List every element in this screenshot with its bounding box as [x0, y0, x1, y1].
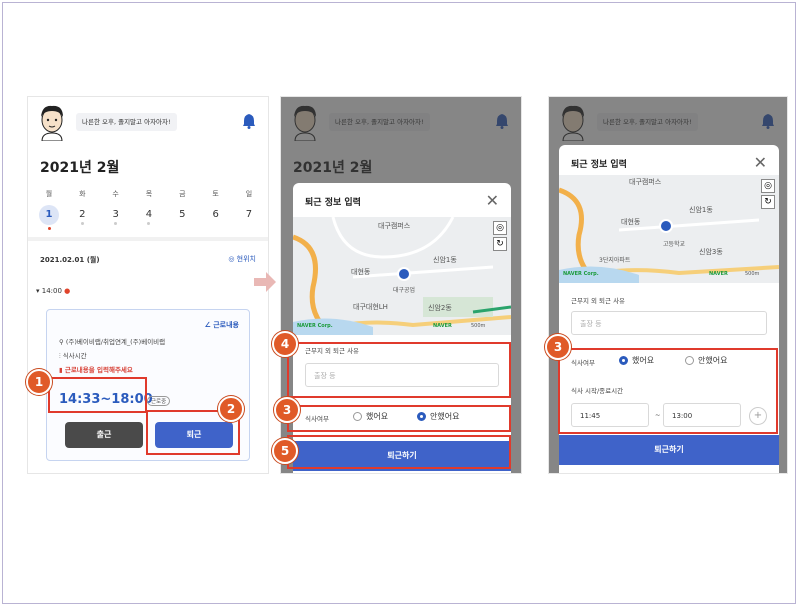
- map-label: 대구캠퍼스: [629, 178, 662, 186]
- map-scale: 500m: [745, 271, 760, 277]
- work-content-link[interactable]: ∠ 근로내용: [205, 320, 239, 330]
- modal-title: 퇴근 정보 입력: [305, 198, 361, 208]
- day-cell[interactable]: 화2: [69, 189, 95, 229]
- map-label: 3단지아파트: [599, 257, 631, 264]
- company-name: (주)베이비랩/취업연계_(주)베이비랩: [65, 338, 166, 346]
- map-scale: 500m: [471, 323, 486, 329]
- submit-button[interactable]: 퇴근하기: [559, 435, 779, 465]
- highlight-submit: [287, 435, 511, 469]
- refresh-icon[interactable]: ↻: [761, 195, 775, 209]
- day-name: 화: [79, 190, 86, 198]
- close-icon[interactable]: ✕: [486, 191, 499, 210]
- map-label: 대구공업: [393, 287, 416, 294]
- reason-input[interactable]: 출장 등: [571, 311, 767, 335]
- map-label: 신암3동: [699, 248, 723, 256]
- reason-label: 근무지 외 퇴근 사유: [571, 297, 626, 305]
- naver-logo: NAVER: [709, 271, 728, 277]
- day-number: 6: [212, 209, 219, 220]
- map-view[interactable]: 대구캠퍼스 대현동 신암1동 신암2동 대구대현LH 대구공업 ◎ ↻ NAVE…: [293, 217, 511, 335]
- map-pin-icon: [659, 219, 673, 233]
- map-label: 신암1동: [433, 256, 457, 264]
- location-icon: ◎: [228, 255, 237, 263]
- modal-title: 퇴근 정보 입력: [571, 160, 627, 170]
- header: 나른한 오후, 졸지말고 아자아자!: [28, 97, 268, 145]
- step-badge-4: 4: [272, 331, 298, 357]
- work-content-label: 근로내용: [213, 321, 239, 329]
- selected-date: 2021.02.01 (월): [40, 256, 100, 264]
- alert-dot-icon: ●: [64, 287, 71, 295]
- map-pin-icon: [397, 267, 411, 281]
- time-group-toggle[interactable]: ▾ 14:00 ●: [36, 287, 70, 295]
- status-badge: 근로중: [147, 396, 171, 406]
- day-dot: [147, 222, 151, 225]
- time-group-label: 14:00: [41, 287, 62, 295]
- highlight-meal-choice: [287, 405, 511, 432]
- warning-row: ▮ 근로내용을 입력해주세요: [59, 364, 133, 374]
- step-badge-2: 2: [218, 396, 244, 422]
- day-number: 4: [145, 209, 153, 220]
- day-cell[interactable]: 수3: [103, 189, 129, 229]
- current-location-label: 현위치: [236, 255, 256, 263]
- meal-row: ⫶ 식사시간: [59, 350, 87, 361]
- step-badge-5: 5: [272, 438, 298, 464]
- step-badge-3b: 3: [545, 334, 571, 360]
- day-dot: [114, 222, 118, 225]
- map-label: 대현동: [621, 218, 641, 226]
- map-label: 대구대현LH: [353, 303, 388, 311]
- day-name: 금: [179, 190, 186, 198]
- day-number: 7: [245, 209, 253, 220]
- divider: [28, 237, 268, 241]
- clock-in-button[interactable]: 출근: [65, 422, 143, 448]
- step-badge-1: 1: [26, 369, 52, 395]
- meal-label: 식사시간: [62, 352, 87, 360]
- map-label: 신암1동: [689, 206, 713, 214]
- day-name: 토: [212, 190, 219, 198]
- day-cell[interactable]: 토6: [203, 189, 229, 229]
- day-cell[interactable]: 목4: [136, 189, 162, 229]
- gps-icon[interactable]: ◎: [493, 221, 507, 235]
- pin-icon: ⚲: [59, 338, 66, 346]
- step-badge-3: 3: [274, 397, 300, 423]
- day-dot: [80, 222, 84, 225]
- month-title: 2021년 2월: [40, 160, 120, 176]
- week-strip: 월1 화2 수3 목4 금5 토6 일7: [36, 189, 262, 230]
- warning-text: 근로내용을 입력해주세요: [64, 366, 133, 374]
- avatar-icon: [41, 105, 63, 141]
- day-name: 일: [245, 190, 253, 198]
- day-name: 월: [45, 190, 53, 198]
- naver-logo: NAVER: [433, 323, 452, 329]
- bell-icon[interactable]: [242, 113, 256, 129]
- gps-icon[interactable]: ◎: [761, 179, 775, 193]
- map-label: 대구캠퍼스: [378, 222, 411, 230]
- day-cell[interactable]: 일7: [236, 189, 262, 229]
- day-number: 2: [79, 209, 86, 220]
- day-dot: [47, 227, 51, 230]
- day-name: 목: [145, 190, 153, 198]
- greeting-text: 나른한 오후, 졸지말고 아자아자!: [76, 113, 177, 131]
- naver-copyright: NAVER Corp.: [297, 323, 333, 329]
- highlight-hours: [48, 377, 147, 413]
- map-view[interactable]: 대구캠퍼스 대현동 신암1동 신암3동 3단지아파트 고등학교 ◎ ↻ NAVE…: [559, 175, 779, 283]
- map-label: 고등학교: [663, 241, 686, 248]
- highlight-reason: [287, 342, 511, 398]
- day-number: 1: [39, 205, 59, 225]
- arrow-right-icon: [254, 272, 276, 292]
- day-cell[interactable]: 월1: [36, 189, 62, 230]
- day-cell[interactable]: 금5: [169, 189, 195, 229]
- map-label: 대현동: [351, 268, 371, 276]
- day-number: 3: [112, 209, 119, 220]
- day-name: 수: [112, 190, 119, 198]
- company-row: ⚲ (주)베이비랩/취업연계_(주)베이비랩: [59, 336, 165, 346]
- edit-icon: ∠: [204, 321, 214, 329]
- map-label: 신암2동: [428, 304, 452, 312]
- current-location-button[interactable]: ◎ 현위치: [228, 254, 256, 264]
- highlight-meal-section: [558, 348, 778, 434]
- day-number: 5: [179, 209, 186, 220]
- naver-copyright: NAVER Corp.: [563, 271, 599, 277]
- refresh-icon[interactable]: ↻: [493, 237, 507, 251]
- close-icon[interactable]: ✕: [754, 153, 767, 172]
